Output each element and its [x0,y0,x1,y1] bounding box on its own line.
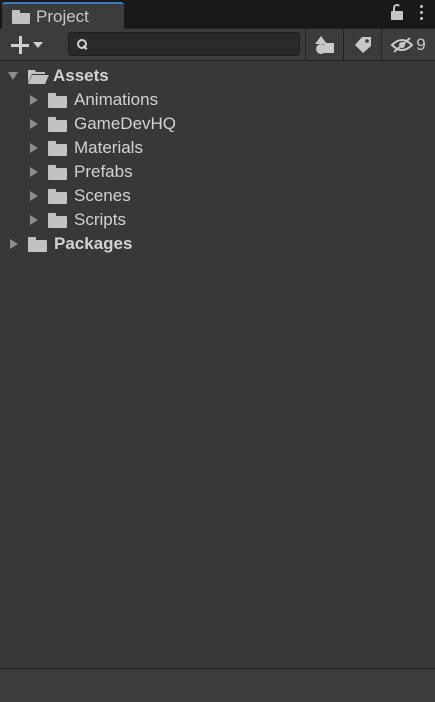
collapse-arrow-icon[interactable] [10,239,18,249]
search-by-label-button[interactable] [343,29,381,60]
tree-item-packages[interactable]: Packages [0,232,435,256]
eye-slash-icon [391,36,414,53]
plus-icon [11,36,29,54]
tab-project-label: Project [36,6,89,26]
folder-icon [48,92,67,108]
folder-icon [48,188,67,204]
folder-icon [28,236,47,252]
expand-arrow-icon[interactable] [8,72,18,80]
project-toolbar: 9 [0,29,435,61]
tag-icon [354,36,371,53]
tree-item-scenes[interactable]: Scenes [0,184,435,208]
collapse-arrow-icon[interactable] [30,95,38,105]
hidden-packages-count: 9 [416,34,426,54]
tree-item-label: Prefabs [74,162,133,181]
tree-item-scripts[interactable]: Scripts [0,208,435,232]
tree-item-materials[interactable]: Materials [0,136,435,160]
tree-item-label: GameDevHQ [74,114,177,133]
collapse-arrow-icon[interactable] [30,167,38,177]
search-field[interactable] [68,32,300,56]
lock-icon[interactable] [390,4,404,20]
hidden-packages-toggle[interactable]: 9 [381,29,435,60]
tree-item-animations[interactable]: Animations [0,88,435,112]
tree-item-gamedevhq[interactable]: GameDevHQ [0,112,435,136]
collapse-arrow-icon[interactable] [30,215,38,225]
project-status-bar [0,668,435,702]
tree-item-label: Scripts [74,210,126,229]
folder-icon [48,212,67,228]
kebab-menu-icon[interactable] [418,4,425,20]
tree-item-label: Packages [54,234,133,253]
search-input[interactable] [87,36,299,52]
tree-item-assets[interactable]: Assets [0,64,435,88]
tab-project[interactable]: Project [2,2,124,29]
collapse-arrow-icon[interactable] [30,119,38,129]
tree-item-label: Animations [74,90,159,109]
collapse-arrow-icon[interactable] [30,191,38,201]
window-tab-bar: Project [0,0,435,29]
tree-item-label: Assets [53,66,109,85]
folder-icon [48,116,67,132]
tab-controls [390,4,425,20]
tree-item-label: Materials [74,138,143,157]
create-button[interactable] [8,33,52,57]
caret-down-icon [33,42,43,48]
tree-item-label: Scenes [74,186,131,205]
folder-icon [12,9,30,24]
search-icon [77,39,87,49]
shapes-icon [314,35,334,54]
search-by-type-button[interactable] [305,29,343,60]
project-tree: Assets Animations GameDevHQ Materials Pr… [0,64,435,256]
folder-icon [48,164,67,180]
tree-item-prefabs[interactable]: Prefabs [0,160,435,184]
collapse-arrow-icon[interactable] [30,143,38,153]
folder-icon [48,140,67,156]
folder-open-icon [28,69,49,84]
